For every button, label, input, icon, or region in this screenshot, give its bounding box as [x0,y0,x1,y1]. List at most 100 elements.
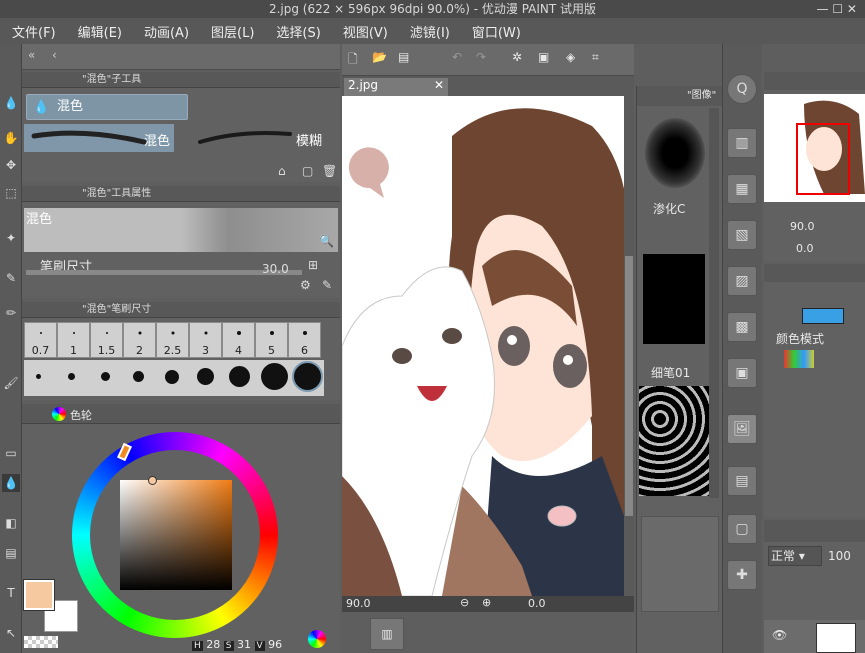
s-label: S [223,641,234,651]
size-label: 2 [136,344,143,357]
fill-icon[interactable]: ◈ [566,50,575,64]
canvas-viewport[interactable] [342,96,624,596]
menu-animation[interactable]: 动画(A) [144,22,189,41]
brush-size-value: 30.0 [262,262,289,276]
color-wheel-tab-icon[interactable] [52,407,66,421]
menu-select[interactable]: 选择(S) [276,22,320,41]
panel-button[interactable]: ▩ [727,312,757,342]
gradient-tool-icon[interactable]: ▤ [2,544,20,562]
sv-cursor[interactable] [148,476,157,485]
opacity-value: 100 [828,549,851,563]
zoom-in-icon[interactable]: ⊕ [482,596,491,609]
vscroll-thumb[interactable] [625,256,633,516]
menu-filter[interactable]: 滤镜(I) [410,22,450,41]
brush-size-cell[interactable]: 6 [288,322,321,358]
color-wheel-tab-label[interactable]: 色轮 [70,407,92,423]
wand-tool-icon[interactable]: ✦ [2,229,20,247]
brush-size-cell[interactable]: 5 [255,322,288,358]
material-scroll[interactable] [709,108,719,498]
blend-mode-value: 正常 [771,549,796,563]
collapse-left-icon[interactable]: ‹ [52,48,57,62]
transparent-swatch[interactable] [24,636,58,648]
color-mode-button[interactable] [784,350,814,368]
new-icon[interactable]: ▢ [302,164,313,178]
blend-mode-select[interactable]: 正常 ▾ [768,546,822,566]
hand-tool-icon[interactable]: ✋ [2,129,20,147]
timeline-button[interactable]: ▥ [370,618,404,650]
panel-button[interactable]: ▣ [727,358,757,388]
panel-button[interactable]: ▨ [727,266,757,296]
main-color-swatch[interactable] [23,579,55,611]
crop-icon[interactable]: ⌗ [592,50,599,65]
brush-size-slider[interactable] [26,270,302,275]
color-mode-icon[interactable] [308,630,326,648]
move-tool-icon[interactable]: ✥ [2,156,20,174]
collapse-icon[interactable]: « [28,48,35,62]
layer-row[interactable]: 👁 [764,620,865,653]
menu-layer[interactable]: 图层(L) [211,22,254,41]
eyedropper-tool-icon[interactable]: 💧 [2,94,20,112]
menu-file[interactable]: 文件(F) [12,22,56,41]
color-wheel-header: 色轮 [22,404,340,424]
canvas-tab[interactable]: 2.jpg ✕ [344,78,448,96]
material-item[interactable]: 细笔01 [639,252,709,382]
brush-size-cell[interactable]: 4 [222,322,255,358]
panel-button[interactable]: ▤ [727,466,757,496]
open-icon[interactable]: 📂 [372,50,387,64]
subtool-item-blur[interactable]: 模糊 [180,124,322,152]
panel-button[interactable]: ▦ [727,174,757,204]
delete-icon[interactable]: 🗑 [322,164,337,178]
clear-icon[interactable]: ✲ [512,50,522,64]
settings-icon[interactable]: ⌂ [278,164,286,178]
blend-tool-icon[interactable]: 💧 [2,474,20,492]
undo-icon[interactable]: ↶ [452,50,462,64]
menu-view[interactable]: 视图(V) [343,22,388,41]
subtool-group-tab[interactable]: 💧 混色 [26,94,188,120]
fill-tool-icon[interactable]: ◧ [2,514,20,532]
panel-button[interactable]: 🖼 [727,414,757,444]
brush-size-cell[interactable]: 1.5 [90,322,123,358]
brush-size-cell[interactable]: 0.7 [24,322,57,358]
material-preview [641,516,719,612]
arrow-tool-icon[interactable]: ↖ [2,624,20,642]
redo-icon[interactable]: ↷ [476,50,486,64]
subtool-item-blend[interactable]: 混色 [24,124,174,152]
eraser-tool-icon[interactable]: ▭ [2,444,20,462]
color-swatch-selector[interactable] [802,308,844,324]
navigator-zoom: 90.0 [790,220,815,233]
subtool-panel: "混色"子工具 💧 混色 混色 模糊 ⌂ ▢ 🗑 [22,72,340,182]
brush-size-header: "混色"笔刷尺寸 [22,302,340,318]
save-icon[interactable]: ▤ [398,50,409,64]
text-tool-icon[interactable]: T [2,584,20,602]
zoom-out-icon[interactable]: ⊖ [460,596,469,609]
material-item[interactable]: 渗化C [639,108,709,220]
panel-button[interactable]: ▥ [727,128,757,158]
saturation-value-square[interactable] [120,476,232,590]
gear-icon[interactable]: ⚙ [300,278,311,292]
menu-edit[interactable]: 编辑(E) [78,22,122,41]
eye-icon[interactable]: 👁 [772,628,787,642]
navigator-button[interactable]: Q [727,74,757,104]
transform-icon[interactable]: ▣ [538,50,549,64]
brush-size-cell[interactable]: 1 [57,322,90,358]
window-controls[interactable]: — ☐ ✕ [817,0,857,18]
panel-button[interactable]: ▧ [727,220,757,250]
pen-tool-icon[interactable]: ✎ [2,269,20,287]
zoom-icon[interactable]: 🔍 [319,234,334,248]
material-thumb[interactable] [639,386,709,496]
canvas-vscroll[interactable] [624,96,634,596]
menu-window[interactable]: 窗口(W) [472,22,521,41]
panel-button[interactable]: ▢ [727,514,757,544]
brush-size-cell[interactable]: 2 [123,322,156,358]
wrench-icon[interactable]: ✎ [322,278,332,292]
new-file-icon[interactable]: 🗋 [348,50,358,71]
pencil-tool-icon[interactable]: ✏ [2,304,20,322]
panel-button[interactable]: ✚ [727,560,757,590]
lock-icon[interactable]: ⊞ [308,258,318,272]
brush-size-cell[interactable]: 2.5 [156,322,189,358]
brush-tool-icon[interactable]: 🖌 [2,374,20,392]
brush-size-cell[interactable]: 3 [189,322,222,358]
navigator-thumbnail[interactable] [764,94,865,202]
select-tool-icon[interactable]: ⬚ [2,184,20,202]
close-tab-icon[interactable]: ✕ [434,78,444,92]
